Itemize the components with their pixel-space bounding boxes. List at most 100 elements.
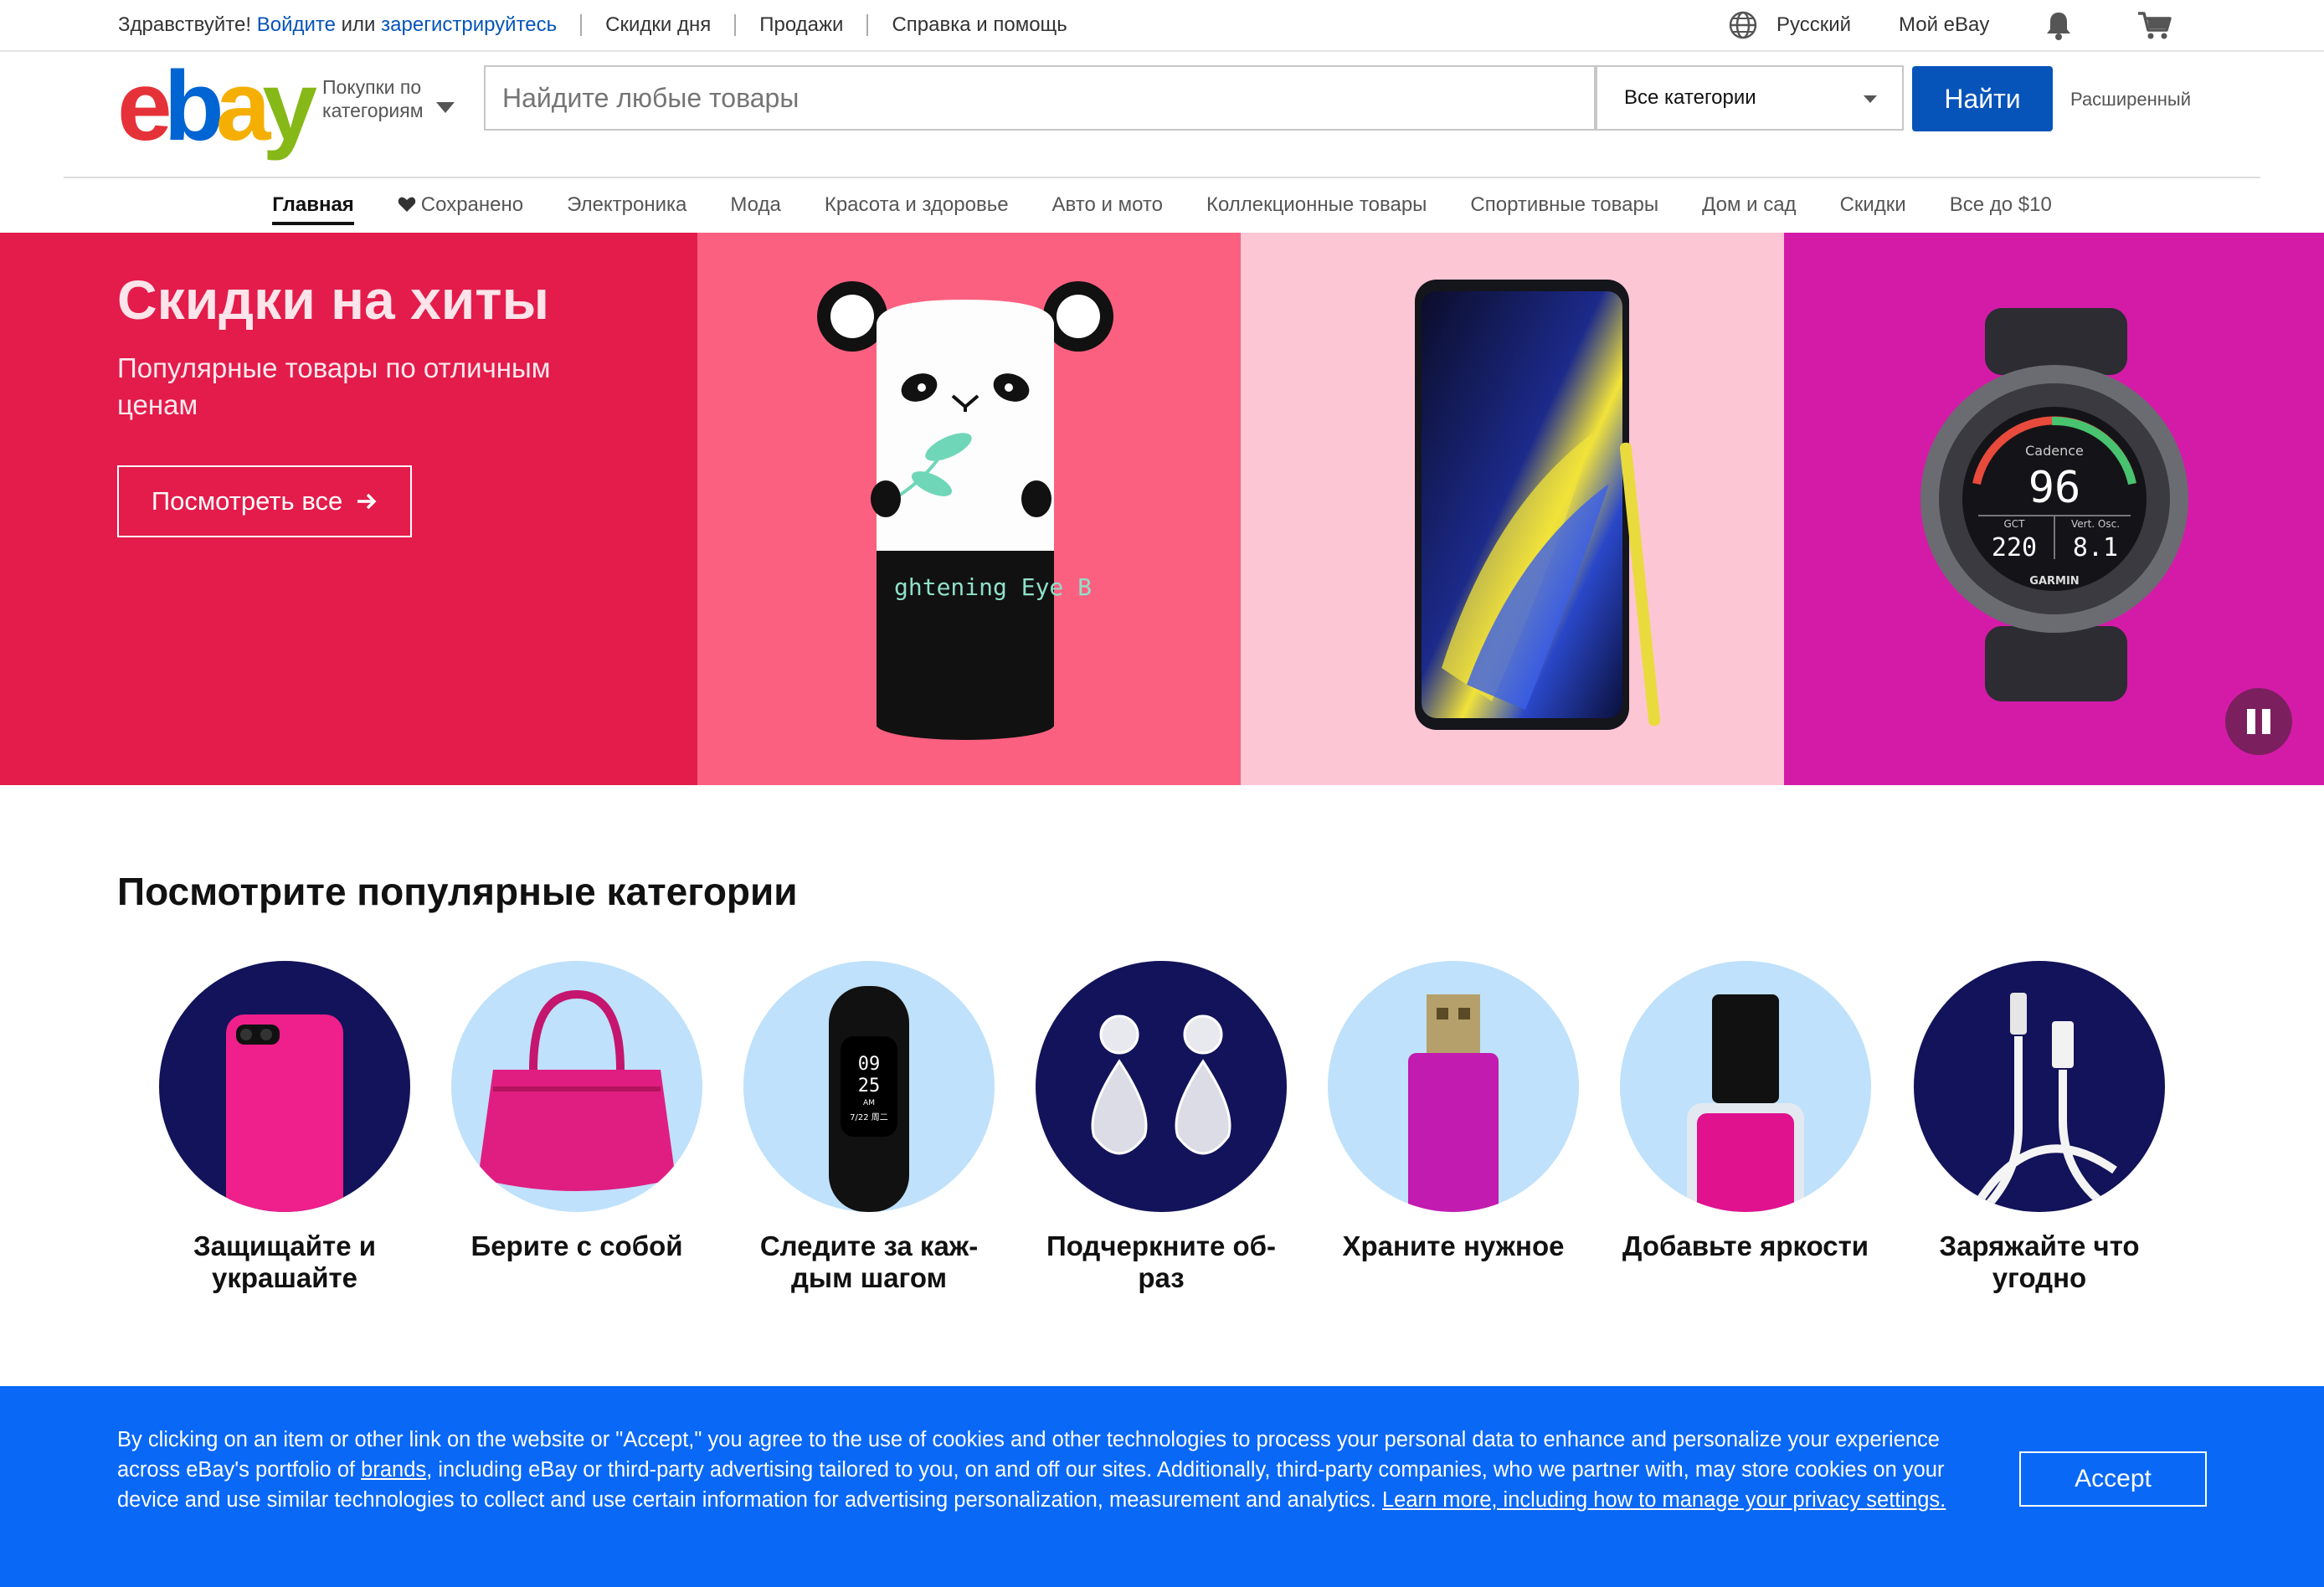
header-divider	[64, 177, 2260, 178]
category-label: Добавьте яркости	[1622, 1230, 1869, 1261]
language-label: Русский	[1776, 13, 1852, 36]
or-text: или	[341, 13, 376, 36]
cart-button[interactable]	[2136, 0, 2173, 50]
nav-item-beauty[interactable]: Красота и здоровье	[825, 193, 1009, 217]
category-image	[1328, 961, 1579, 1212]
nav-item-deals[interactable]: Скидки	[1840, 193, 1906, 217]
category-label: Следите за каж-дым шагом	[759, 1230, 979, 1293]
ebay-logo[interactable]: ebay	[117, 57, 317, 156]
see-all-label: Посмотреть все	[151, 486, 343, 516]
category-image	[1914, 961, 2165, 1212]
arrow-right-icon	[357, 493, 377, 510]
category-card-jewelry[interactable]: Подчеркните об-раз	[1036, 961, 1287, 1294]
search-input[interactable]	[484, 65, 1596, 131]
category-nav: Главная Сохранено Электроника Мода Красо…	[0, 179, 2324, 231]
shop-by-line2: категориям	[322, 100, 424, 121]
category-card-storage[interactable]: Храните нужное	[1328, 961, 1579, 1262]
my-ebay-link[interactable]: Мой eBay	[1899, 0, 1989, 50]
fitness-tracker-image: 09 25 AM 7/22 周二	[829, 986, 909, 1212]
top-utility-bar: Здравствуйте! Войдите или зарегистрируйт…	[0, 0, 2324, 52]
panda-eye-balm-image: ghtening Eye B	[817, 281, 1113, 740]
logo-letter-a: a	[215, 51, 271, 162]
handbag-image	[478, 989, 676, 1191]
category-card-fitness-trackers[interactable]: 09 25 AM 7/22 周二 Следите за каж-дым шаго…	[743, 961, 995, 1294]
category-image	[1036, 961, 1287, 1212]
nav-item-fashion[interactable]: Мода	[730, 193, 780, 217]
brands-link[interactable]: brands	[361, 1458, 426, 1482]
nav-item-motors[interactable]: Авто и мото	[1052, 193, 1163, 217]
nav-item-under-10[interactable]: Все до $10	[1950, 193, 2052, 217]
tracker-ampm: AM	[863, 1099, 875, 1107]
signin-link[interactable]: Войдите	[257, 13, 336, 37]
register-link[interactable]: зарегистрируйтесь	[381, 13, 557, 37]
separator	[734, 14, 737, 36]
hero-product-phone[interactable]	[1241, 233, 1784, 785]
notifications-button[interactable]	[2044, 0, 2073, 50]
category-image	[451, 961, 702, 1212]
logo-letter-e: e	[117, 51, 172, 162]
bell-icon	[2047, 13, 2070, 40]
language-selector[interactable]: Русский	[1728, 0, 1851, 50]
chevron-down-icon	[1864, 95, 1877, 103]
watch-gct-value: 220	[1992, 533, 2037, 562]
category-select-value: Все категории	[1624, 86, 1756, 109]
watch-vo-label: Vert. Osc.	[2071, 518, 2120, 530]
shop-by-line1: Покупки по	[322, 76, 422, 98]
tracker-hour: 09	[858, 1054, 881, 1075]
popular-categories-title: Посмотрите популярные категории	[117, 870, 798, 913]
usb-drive-image	[1408, 994, 1499, 1212]
logo-letter-y: y	[262, 51, 317, 162]
eye-balm-label: ghtening Eye B	[894, 573, 1092, 601]
topbar-left: Здравствуйте! Войдите или зарегистрируйт…	[118, 0, 1067, 50]
category-select[interactable]: Все категории	[1596, 65, 1904, 131]
daily-deals-link[interactable]: Скидки дня	[605, 13, 711, 37]
my-ebay-label: Мой eBay	[1899, 13, 1990, 36]
watch-brand: GARMIN	[2029, 575, 2079, 588]
category-card-cosmetics[interactable]: Добавьте яркости	[1620, 961, 1871, 1262]
category-label: Защищайте и украшайте	[193, 1230, 376, 1293]
nav-item-home[interactable]: Главная	[272, 193, 354, 225]
help-link[interactable]: Справка и помощь	[892, 13, 1067, 37]
tracker-date: 7/22 周二	[850, 1112, 888, 1122]
category-card-chargers[interactable]: Заряжайте что угодно	[1914, 961, 2165, 1294]
nav-item-home-garden[interactable]: Дом и сад	[1702, 193, 1796, 217]
nav-item-sports[interactable]: Спортивные товары	[1470, 193, 1658, 217]
logo-letter-b: b	[163, 51, 224, 162]
nav-item-saved-label: Сохранено	[420, 193, 524, 216]
tracker-minute: 25	[858, 1076, 881, 1097]
cookie-consent-banner: By clicking on an item or other link on …	[0, 1386, 2324, 1587]
pause-icon	[2244, 709, 2274, 734]
carousel-pause-button[interactable]	[2225, 688, 2292, 755]
category-image	[1620, 961, 1871, 1212]
category-card-phone-cases[interactable]: Защищайте и украшайте	[159, 961, 410, 1294]
hero-product-eye-balm[interactable]: ghtening Eye B	[697, 233, 1241, 785]
watch-vo-value: 8.1	[2073, 533, 2118, 562]
watch-cadence-label: Cadence	[2025, 443, 2084, 459]
shop-by-category-button[interactable]: Покупки по категориям	[322, 75, 424, 122]
accept-cookies-button[interactable]: Accept	[2019, 1451, 2207, 1507]
globe-icon	[1729, 11, 1757, 39]
search-button[interactable]: Найти	[1912, 66, 2053, 131]
greeting-text: Здравствуйте!	[118, 13, 252, 36]
phone-case-image	[226, 1014, 343, 1212]
nav-item-electronics[interactable]: Электроника	[567, 193, 686, 217]
category-image	[159, 961, 410, 1212]
nav-item-collectibles[interactable]: Коллекционные товары	[1206, 193, 1427, 217]
privacy-settings-link[interactable]: Learn more, including how to manage your…	[1382, 1488, 1946, 1512]
nav-item-saved[interactable]: Сохранено	[398, 193, 523, 217]
earrings-image	[1091, 1014, 1231, 1155]
sell-link[interactable]: Продажи	[759, 13, 843, 37]
smartphone-image	[1415, 280, 1661, 730]
see-all-button[interactable]: Посмотреть все	[117, 465, 412, 537]
chevron-down-icon[interactable]	[436, 102, 455, 113]
cart-icon	[2138, 12, 2172, 39]
advanced-search-link[interactable]: Расширенный	[2070, 89, 2191, 110]
category-label: Заряжайте что угодно	[1939, 1230, 2140, 1293]
watch-cadence-value: 96	[2028, 463, 2081, 513]
hero-title: Скидки на хиты	[117, 269, 549, 331]
category-image: 09 25 AM 7/22 周二	[743, 961, 995, 1212]
category-label: Храните нужное	[1342, 1230, 1565, 1261]
category-label: Подчеркните об-раз	[1046, 1230, 1276, 1293]
nail-polish-image	[1687, 994, 1804, 1212]
category-card-bags[interactable]: Берите с собой	[451, 961, 702, 1262]
